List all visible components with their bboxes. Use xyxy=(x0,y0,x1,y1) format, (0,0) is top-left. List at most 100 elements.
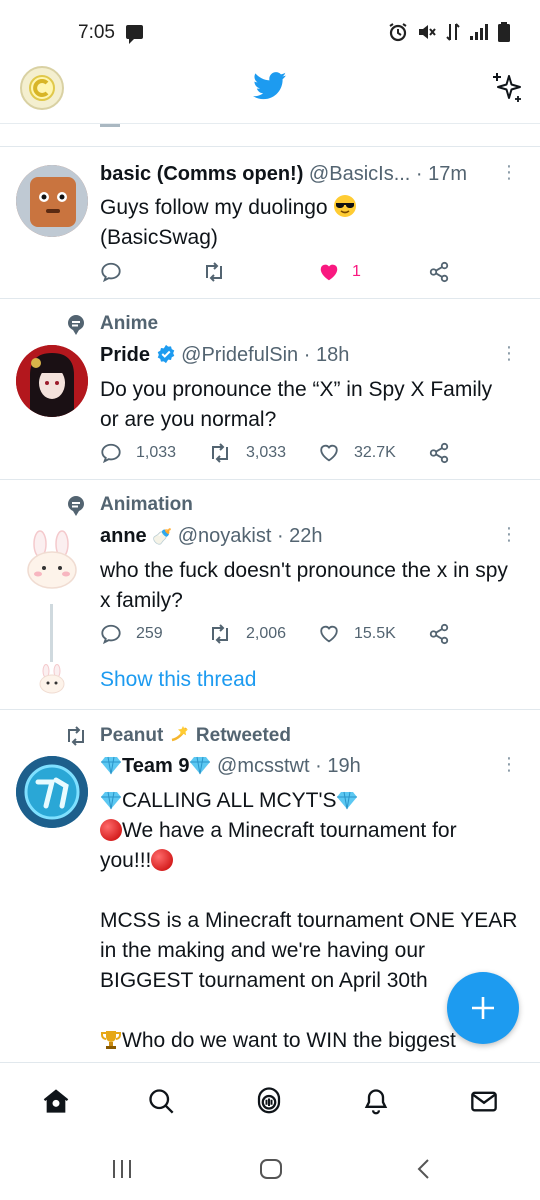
tweet-text-span: you!!! xyxy=(100,849,152,872)
twitter-bird-icon[interactable] xyxy=(253,72,287,100)
timestamp[interactable]: · 17m xyxy=(416,163,467,185)
diamond-emoji-icon xyxy=(101,756,121,775)
tweet-header: anne 🍼 @noyakist · 22h xyxy=(100,525,323,548)
like-button[interactable]: 1 xyxy=(318,261,361,283)
handle[interactable]: @BasicIs... xyxy=(309,163,410,185)
anime-avatar-icon xyxy=(16,345,88,417)
nav-messages[interactable] xyxy=(468,1085,500,1117)
heart-icon xyxy=(320,625,338,643)
mute-icon xyxy=(419,25,436,39)
diamond-emoji-icon xyxy=(337,791,358,810)
retweet-button[interactable]: 3,033 xyxy=(208,442,286,464)
retweet-count: 2,006 xyxy=(246,625,287,642)
more-options-icon[interactable]: ⋮ xyxy=(500,525,518,543)
display-name[interactable]: Team 9 xyxy=(122,755,189,777)
recent-apps-icon[interactable] xyxy=(110,1158,134,1180)
retweet-button[interactable] xyxy=(202,261,226,283)
compose-tweet-button[interactable] xyxy=(447,972,519,1044)
timestamp[interactable]: · 18h xyxy=(304,344,350,366)
mail-icon xyxy=(471,1091,497,1112)
like-count: 15.5K xyxy=(354,625,396,642)
more-options-icon[interactable]: ⋮ xyxy=(500,755,518,773)
nav-spaces[interactable] xyxy=(253,1085,285,1117)
nav-search[interactable] xyxy=(145,1085,177,1117)
reply-count: 259 xyxy=(136,625,163,642)
avatar[interactable] xyxy=(16,526,88,598)
tweet-actions: 1 xyxy=(100,261,460,289)
tweet-text-span: We have a Minecraft tournament for xyxy=(122,819,457,842)
reply-button[interactable]: 1,033 xyxy=(100,442,176,464)
retweet-icon xyxy=(212,624,228,644)
signal-icon xyxy=(470,24,488,40)
share-icon xyxy=(429,261,449,283)
like-button[interactable]: 32.7K xyxy=(318,442,396,464)
nav-home[interactable] xyxy=(40,1085,72,1117)
bunny-avatar-icon xyxy=(16,526,88,598)
thread-avatar[interactable] xyxy=(34,662,70,698)
avatar[interactable] xyxy=(16,756,88,828)
tweet-header: basic (Comms open!) @BasicIs... · 17m xyxy=(100,163,467,186)
topic-icon xyxy=(68,315,84,335)
tweet-text-span: Who do we want to WIN the biggest xyxy=(122,1029,456,1052)
share-button[interactable] xyxy=(428,442,450,464)
retweet-icon xyxy=(206,262,222,282)
timestamp[interactable]: · 22h xyxy=(277,525,323,547)
tweet-actions: 1,033 3,033 32.7K xyxy=(100,442,460,470)
display-name[interactable]: anne xyxy=(100,525,147,547)
android-navigation-bar xyxy=(0,1138,540,1200)
handle[interactable]: @mcsstwt xyxy=(217,755,310,777)
retweet-button[interactable]: 2,006 xyxy=(208,623,286,645)
red-circle-emoji-icon xyxy=(151,849,174,871)
home-button-icon[interactable] xyxy=(259,1158,283,1180)
timestamp[interactable]: · 19h xyxy=(315,755,361,777)
tweet-text-line: Guys follow my duolingo xyxy=(100,196,328,219)
topic-label[interactable]: Anime xyxy=(100,313,158,335)
alarm-icon xyxy=(389,23,407,42)
more-options-icon[interactable]: ⋮ xyxy=(500,344,518,362)
share-button[interactable] xyxy=(428,261,450,283)
reply-button[interactable] xyxy=(100,261,122,283)
topic-icon xyxy=(68,496,84,516)
tweet-text-line: CALLING ALL MCYT'S xyxy=(100,786,520,816)
status-icons xyxy=(388,22,510,42)
timeline-feed[interactable]: basic (Comms open!) @BasicIs... · 17m ⋮ … xyxy=(0,124,540,1062)
diamond-emoji-icon xyxy=(190,756,211,775)
bottom-navigation xyxy=(0,1062,540,1138)
like-count: 32.7K xyxy=(354,444,396,461)
retweeted-suffix: Retweeted xyxy=(195,725,291,746)
retweeted-icon xyxy=(68,726,84,746)
tweet[interactable]: Anime Pride @PridefulSin · 18h ⋮ Do you … xyxy=(0,299,540,480)
retweet-icon xyxy=(212,443,228,463)
profile-avatar[interactable] xyxy=(20,66,64,110)
like-count: 1 xyxy=(352,263,361,280)
top-bar xyxy=(0,62,540,124)
profile-logo-icon xyxy=(29,75,55,101)
sparkle-timeline-icon[interactable] xyxy=(490,70,524,104)
display-name[interactable]: Pride xyxy=(100,344,150,366)
handle[interactable]: @PridefulSin xyxy=(181,344,298,366)
retweeter-name[interactable]: Peanut xyxy=(100,725,163,746)
display-name[interactable]: basic (Comms open!) xyxy=(100,163,303,185)
share-icon xyxy=(429,623,449,645)
back-button-icon[interactable] xyxy=(412,1158,436,1180)
more-options-icon[interactable]: ⋮ xyxy=(500,163,518,181)
share-button[interactable] xyxy=(428,623,450,645)
retweeted-by[interactable]: Peanut Retweeted xyxy=(100,724,291,747)
tweet[interactable]: basic (Comms open!) @BasicIs... · 17m ⋮ … xyxy=(0,147,540,299)
nav-notifications[interactable] xyxy=(360,1085,392,1117)
reply-button[interactable]: 259 xyxy=(100,623,163,645)
dizzy-emoji-icon xyxy=(171,726,188,742)
like-button[interactable]: 15.5K xyxy=(318,623,396,645)
verified-badge-icon xyxy=(157,344,174,364)
avatar[interactable] xyxy=(16,345,88,417)
tweet[interactable]: Animation anne 🍼 @noyakist · 22h ⋮ who t… xyxy=(0,480,540,710)
avatar[interactable] xyxy=(16,165,88,237)
topic-label[interactable]: Animation xyxy=(100,494,193,516)
battery-icon xyxy=(498,22,510,42)
handle[interactable]: @noyakist xyxy=(178,525,272,547)
cereal-avatar-icon xyxy=(16,165,88,237)
diamond-emoji-icon xyxy=(101,791,121,810)
spaces-icon xyxy=(257,1087,281,1114)
show-thread-link[interactable]: Show this thread xyxy=(100,668,256,692)
